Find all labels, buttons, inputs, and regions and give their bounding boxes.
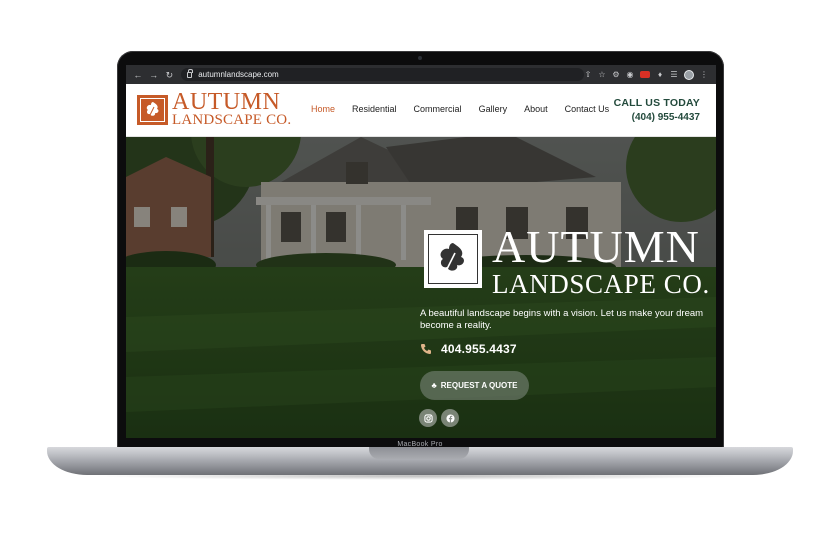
logo-line1: AUTUMN	[172, 89, 281, 115]
media-icon[interactable]: ☰	[670, 70, 678, 79]
back-icon[interactable]: ←	[132, 69, 144, 81]
site-header: AUTUMN LANDSCAPE CO. Home Residential Co…	[126, 84, 716, 137]
hero-logo-line1: AUTUMN	[492, 221, 700, 272]
hero-leaf-logo-icon	[424, 230, 482, 288]
profile-avatar[interactable]	[684, 69, 695, 80]
laptop-notch	[369, 447, 469, 459]
reload-icon[interactable]: ↻	[163, 69, 175, 81]
logo-wordmark[interactable]: AUTUMN LANDSCAPE CO.	[172, 89, 292, 128]
puzzle-icon[interactable]: ♦	[656, 70, 664, 79]
camera-dot	[418, 56, 422, 60]
nav-home[interactable]: Home	[311, 104, 335, 114]
hero-section: AUTUMN LANDSCAPE CO. A beautiful landsca…	[126, 137, 716, 438]
call-us-box: CALL US TODAY (404) 955-4437	[610, 97, 700, 125]
hero-logo-line2: LANDSCAPE CO.	[492, 269, 710, 299]
instagram-icon[interactable]	[419, 409, 437, 427]
call-us-number[interactable]: (404) 955-4437	[610, 111, 700, 125]
main-nav: Home Residential Commercial Gallery Abou…	[311, 104, 626, 114]
call-us-title: CALL US TODAY	[613, 97, 700, 109]
nav-commercial[interactable]: Commercial	[414, 104, 462, 114]
hero-tagline: A beautiful landscape begins with a visi…	[420, 308, 704, 331]
extension-icons: ⇧ ☆ ⚙ ◉ ♦ ☰ ⋮	[584, 69, 710, 80]
address-bar[interactable]: autumnlandscape.com	[181, 68, 585, 81]
nav-gallery[interactable]: Gallery	[479, 104, 508, 114]
forward-icon[interactable]: →	[148, 69, 160, 81]
nav-residential[interactable]: Residential	[352, 104, 397, 114]
url-text: autumnlandscape.com	[198, 70, 279, 79]
record-icon[interactable]	[640, 71, 651, 78]
leaf-icon: ♣	[431, 381, 437, 390]
nav-contact-us[interactable]: Contact Us	[565, 104, 610, 114]
hero-wordmark: AUTUMN LANDSCAPE CO.	[492, 221, 710, 299]
lock-icon	[187, 68, 194, 78]
request-quote-button[interactable]: ♣ REQUEST A QUOTE	[420, 371, 529, 400]
more-icon[interactable]: ⋮	[700, 70, 708, 79]
laptop-screen: ← → ↻ autumnlandscape.com ⇧ ☆ ⚙ ◉ ♦ ☰ ⋮	[126, 65, 716, 438]
hero-phone-row[interactable]: 404.955.4437	[420, 342, 517, 356]
nav-about[interactable]: About	[524, 104, 548, 114]
shield-icon[interactable]: ◉	[626, 70, 634, 79]
social-links	[419, 409, 459, 427]
browser-toolbar: ← → ↻ autumnlandscape.com ⇧ ☆ ⚙ ◉ ♦ ☰ ⋮	[126, 65, 716, 84]
logo-line2: LANDSCAPE CO.	[172, 112, 292, 128]
request-quote-label: REQUEST A QUOTE	[440, 381, 518, 390]
share-icon[interactable]: ⇧	[584, 70, 592, 79]
device-model-label: MacBook Pro	[397, 441, 443, 448]
gear-icon[interactable]: ⚙	[612, 70, 620, 79]
hero-phone-number: 404.955.4437	[441, 342, 517, 356]
facebook-icon[interactable]	[441, 409, 459, 427]
leaf-logo-icon[interactable]	[137, 95, 168, 125]
phone-icon	[421, 344, 431, 354]
star-icon[interactable]: ☆	[598, 70, 606, 79]
